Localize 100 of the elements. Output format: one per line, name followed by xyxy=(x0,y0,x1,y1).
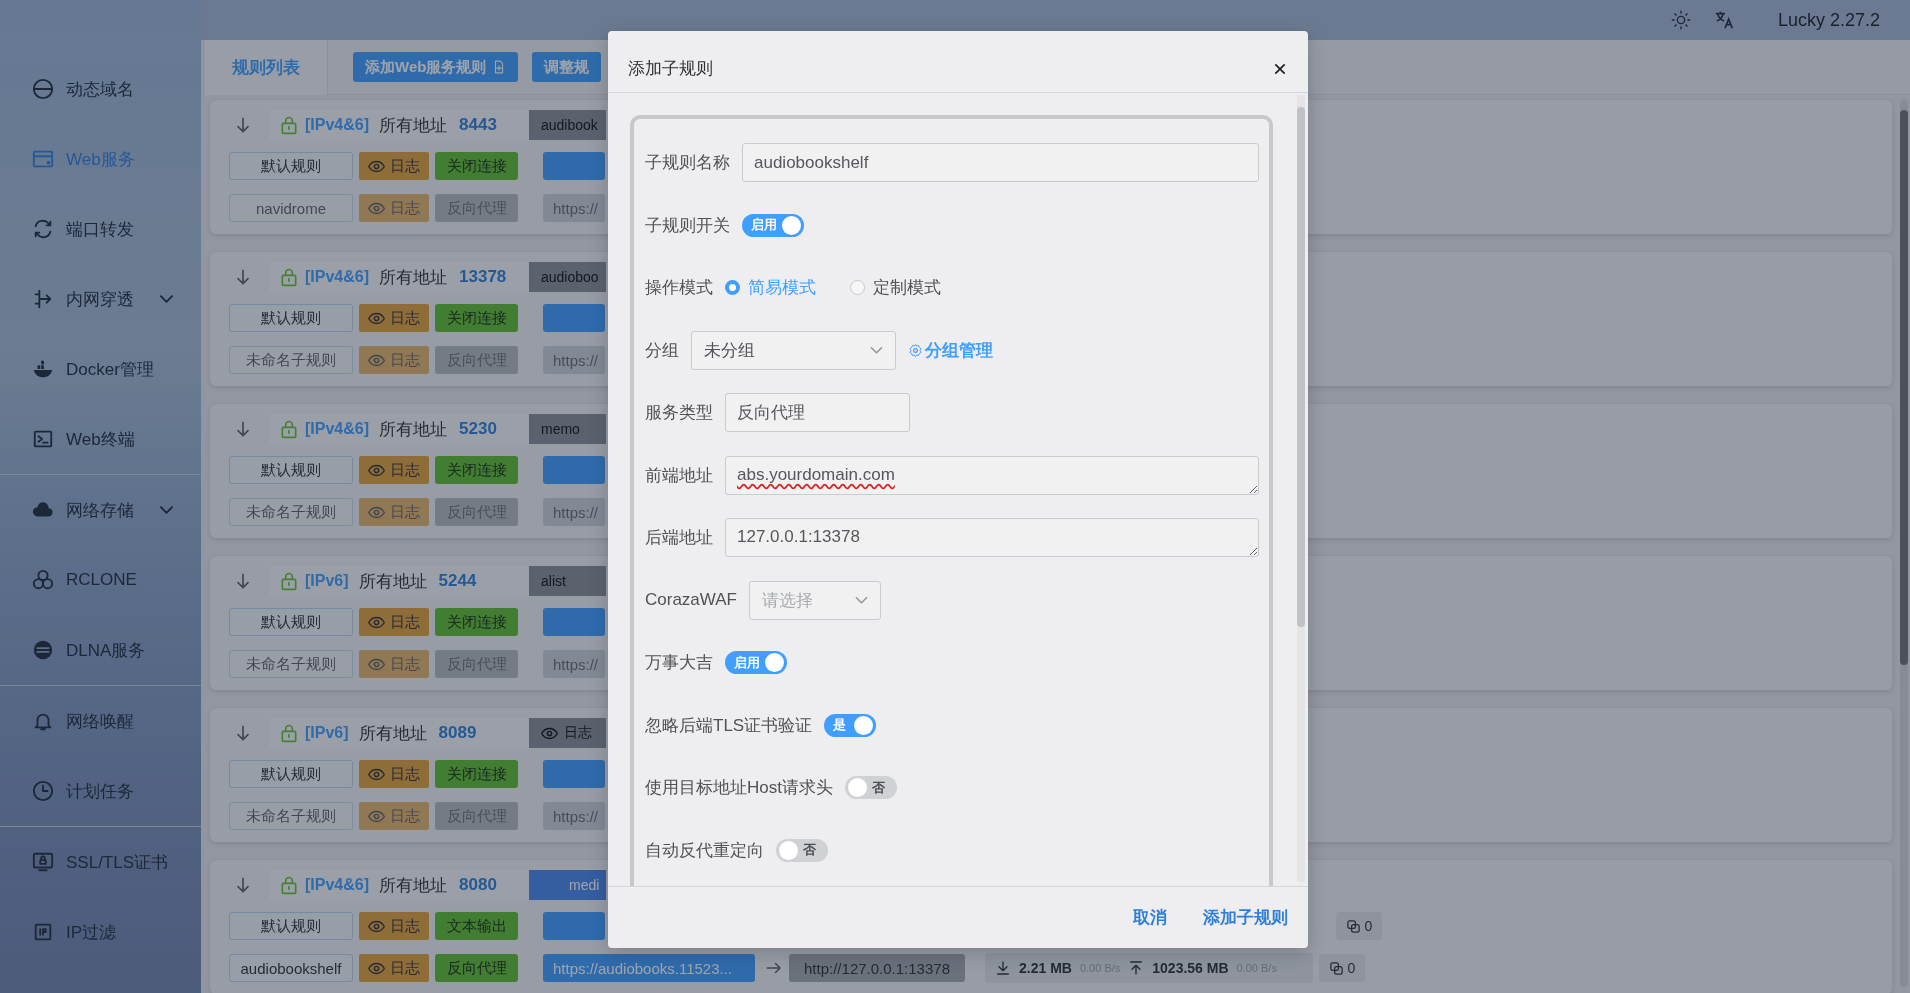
sidebar-item[interactable]: 计划任务 xyxy=(0,756,201,826)
radio-option[interactable]: 定制模式 xyxy=(850,276,941,300)
input-field[interactable]: 127.0.0.1:13378 xyxy=(725,518,1259,558)
input-field[interactable]: abs.yourdomain.com xyxy=(725,455,1259,495)
rule-name-button[interactable]: 未命名子规则 xyxy=(229,346,353,374)
lock-icon xyxy=(279,267,299,287)
url-button[interactable]: https:// xyxy=(543,802,605,830)
dialog-button[interactable]: 添加子规则 xyxy=(1203,906,1288,929)
radio-option[interactable]: 简易模式 xyxy=(725,276,816,300)
address-label: 所有地址 xyxy=(379,874,448,897)
scrollbar[interactable] xyxy=(1900,100,1908,987)
group-manage-link[interactable]: 分组管理 xyxy=(908,338,993,362)
ip-version-tag: [IPv4&6] xyxy=(305,876,370,894)
sidebar-item[interactable]: Web终端 xyxy=(0,404,201,474)
browser-window-icon xyxy=(32,148,54,170)
field-label: 分组 xyxy=(645,339,679,362)
input-field[interactable]: 反向代理 xyxy=(725,393,910,433)
scrollbar[interactable] xyxy=(1297,95,1305,882)
rule-name-button[interactable]: 未命名子规则 xyxy=(229,498,353,526)
toggle-switch[interactable]: 启用 xyxy=(725,651,787,675)
toolbar-button[interactable]: 调整规 xyxy=(532,52,602,82)
url-button[interactable] xyxy=(543,304,605,332)
url-button[interactable]: https:// xyxy=(543,498,605,526)
dialog-button[interactable]: 取消 xyxy=(1133,906,1167,929)
url-button[interactable] xyxy=(543,760,605,788)
log-button[interactable]: 日志 xyxy=(359,498,429,526)
toolbar-button[interactable]: 添加Web服务规则 xyxy=(353,52,519,82)
sidebar-item[interactable]: 内网穿透 xyxy=(0,264,201,334)
log-button[interactable]: 日志 xyxy=(359,608,429,636)
rule-name-button[interactable]: audiobookshelf xyxy=(229,954,353,982)
url-button[interactable] xyxy=(543,608,605,636)
theme-toggle-icon[interactable] xyxy=(1669,9,1692,31)
sidebar-item[interactable]: 动态域名 xyxy=(0,54,201,124)
lock-icon xyxy=(279,419,299,439)
sidebar-item[interactable]: IP过滤 xyxy=(0,897,201,967)
log-button[interactable]: 日志 xyxy=(359,650,429,678)
url-button[interactable] xyxy=(543,152,605,180)
sidebar-item[interactable]: 网络存储 xyxy=(0,475,201,545)
url-button[interactable] xyxy=(543,912,605,940)
log-button[interactable]: 日志 xyxy=(359,456,429,484)
log-button[interactable]: 日志 xyxy=(529,718,606,748)
rule-name-button[interactable]: 未命名子规则 xyxy=(229,802,353,830)
action-button[interactable]: 关闭连接 xyxy=(435,456,518,484)
action-button[interactable]: 反向代理 xyxy=(435,954,518,982)
sidebar-item[interactable]: SSL/TLS证书 xyxy=(0,827,201,897)
sidebar-item[interactable]: 端口转发 xyxy=(0,194,201,264)
rule-name-button[interactable]: 默认规则 xyxy=(229,152,353,180)
url-button[interactable]: https:// xyxy=(543,650,605,678)
toggle-switch[interactable]: 启用 xyxy=(742,213,804,237)
field-label: 服务类型 xyxy=(645,402,713,425)
toggle-switch[interactable]: 否 xyxy=(776,838,828,862)
log-button[interactable]: 日志 xyxy=(359,194,429,222)
linked-squares-icon xyxy=(1328,960,1344,976)
rule-name-button[interactable]: 默认规则 xyxy=(229,456,353,484)
target-url-button[interactable]: http://127.0.0.1:13378 xyxy=(789,954,965,982)
toggle-switch[interactable]: 否 xyxy=(844,776,897,800)
log-button[interactable]: 日志 xyxy=(359,802,429,830)
input-field[interactable]: audiobookshelf xyxy=(742,143,1259,183)
select-field[interactable]: 未分组 xyxy=(691,330,896,370)
url-button[interactable] xyxy=(543,456,605,484)
rule-name-button[interactable]: navidrome xyxy=(229,194,353,222)
log-button[interactable]: 日志 xyxy=(359,346,429,374)
log-button[interactable]: 日志 xyxy=(359,760,429,788)
log-button[interactable]: 日志 xyxy=(359,954,429,982)
sidebar-item[interactable]: Web服务 xyxy=(0,124,201,194)
rule-name-button[interactable]: 默认规则 xyxy=(229,912,353,940)
service-label: audibook xyxy=(529,110,606,140)
rule-name-button[interactable]: 未命名子规则 xyxy=(229,650,353,678)
action-button[interactable]: 关闭连接 xyxy=(435,760,518,788)
ip-version-tag: [IPv4&6] xyxy=(305,116,370,134)
action-button[interactable]: 文本输出 xyxy=(435,912,518,940)
log-button[interactable]: 日志 xyxy=(359,304,429,332)
rule-name-button[interactable]: 默认规则 xyxy=(229,304,353,332)
lock-icon xyxy=(279,875,299,895)
translate-icon[interactable] xyxy=(1713,9,1736,31)
sidebar-item[interactable]: DLNA服务 xyxy=(0,615,201,685)
url-button[interactable]: https://audiobooks.11523... xyxy=(543,954,755,982)
url-button[interactable]: https:// xyxy=(543,194,605,222)
sidebar-item[interactable]: RCLONE xyxy=(0,545,201,615)
rule-name-button[interactable]: 默认规则 xyxy=(229,760,353,788)
action-button[interactable]: 关闭连接 xyxy=(435,304,518,332)
select-field[interactable]: 请选择 xyxy=(748,580,881,620)
action-button[interactable]: 关闭连接 xyxy=(435,152,518,180)
field-label: 自动反代重定向 xyxy=(645,839,764,862)
service-label: audioboo xyxy=(529,262,606,292)
log-button[interactable]: 日志 xyxy=(359,152,429,180)
field-label: 子规则开关 xyxy=(645,214,730,237)
url-button[interactable]: https:// xyxy=(543,346,605,374)
tab[interactable]: 规则列表 xyxy=(205,40,328,95)
lock-icon xyxy=(279,571,299,591)
chevron-down-icon xyxy=(870,346,883,355)
rule-name-button[interactable]: 默认规则 xyxy=(229,608,353,636)
gear-icon xyxy=(908,342,923,358)
sidebar-item[interactable]: 网络唤醒 xyxy=(0,686,201,756)
log-button[interactable]: 日志 xyxy=(359,912,429,940)
branch-arrow-icon xyxy=(32,288,54,310)
port-number: 5230 xyxy=(459,419,497,439)
toggle-switch[interactable]: 是 xyxy=(824,713,877,737)
sidebar-item[interactable]: Docker管理 xyxy=(0,334,201,404)
action-button[interactable]: 关闭连接 xyxy=(435,608,518,636)
